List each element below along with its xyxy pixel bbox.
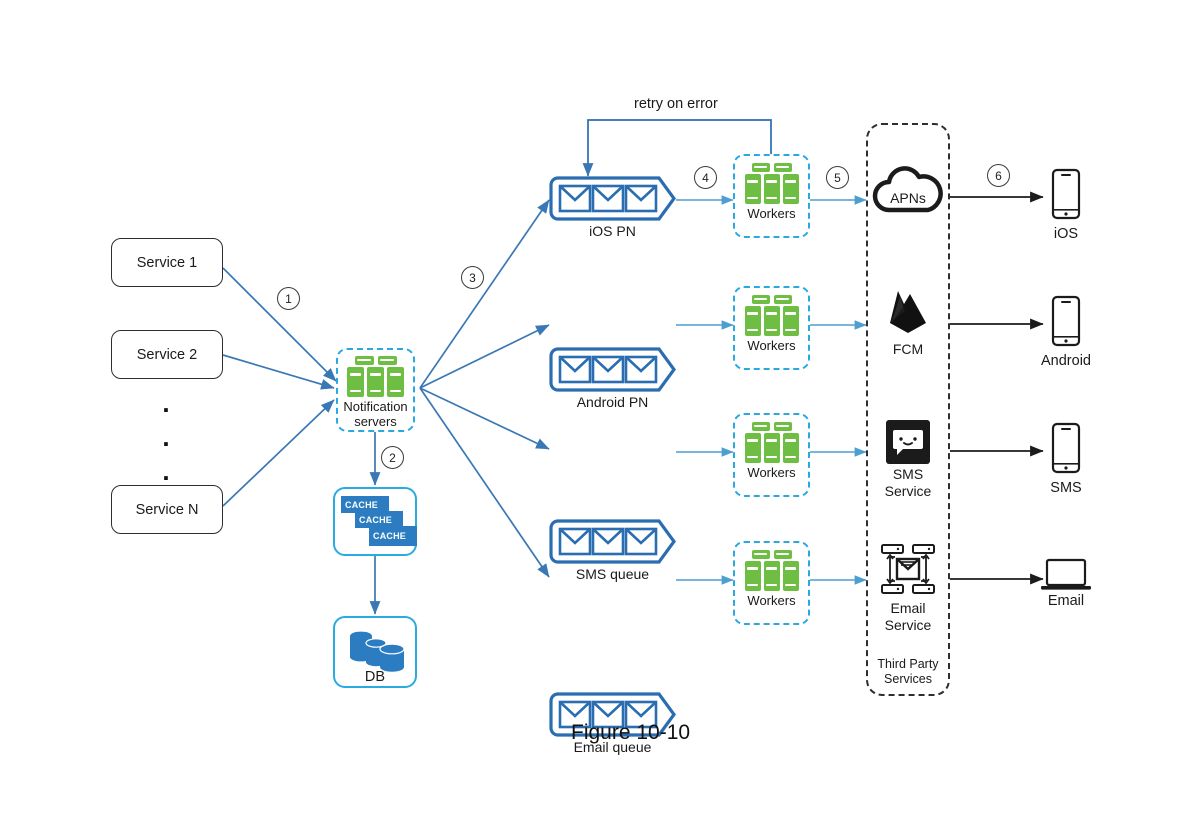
sms-chat-icon: [886, 420, 930, 464]
retry-on-error-label: retry on error: [634, 96, 718, 112]
device-ios[interactable]: [1050, 168, 1082, 220]
queue-shape-icon: [549, 347, 676, 392]
queue-label: SMS queue: [575, 566, 650, 582]
email-server-icon: [881, 544, 935, 594]
device-label-ios: iOS: [1053, 226, 1079, 242]
workers-group-email[interactable]: Workers: [733, 541, 810, 625]
service-box-n[interactable]: Service N: [111, 485, 223, 534]
server-rack-icon: [744, 550, 799, 591]
queue-ios-pn[interactable]: iOS PN: [549, 176, 676, 239]
ellipsis-dot: .: [162, 456, 170, 486]
database-icon: [350, 631, 405, 672]
service-label: Service 1: [136, 254, 198, 271]
sms-service-label: SMS Service: [884, 466, 932, 499]
cache-box[interactable]: CACHE CACHE CACHE: [333, 487, 417, 556]
db-box[interactable]: DB: [333, 616, 417, 688]
fcm-label: FCM: [892, 341, 924, 357]
figure-caption: Figure 10-10: [571, 721, 691, 744]
server-rack-icon: [744, 422, 799, 463]
queue-label: Android PN: [576, 394, 649, 410]
server-rack-icon: [744, 295, 799, 336]
step-badge-5: 5: [826, 166, 849, 189]
email-service-label: Email Service: [884, 600, 932, 633]
fcm-service[interactable]: [884, 285, 932, 337]
device-label-email: Email: [1047, 593, 1085, 609]
step-badge-1: 1: [277, 287, 300, 310]
step-badge-2: 2: [381, 446, 404, 469]
workers-label: Workers: [747, 465, 796, 480]
server-rack-icon: [347, 356, 404, 397]
firebase-flame-icon: [890, 291, 926, 333]
queue-shape-icon: [549, 176, 676, 221]
service-label: Service 2: [136, 346, 198, 363]
third-party-services-label: Third Party Services: [877, 657, 939, 686]
service-label: Service N: [135, 501, 199, 518]
workers-label: Workers: [747, 338, 796, 353]
device-label-sms: SMS: [1050, 480, 1082, 496]
queue-label: iOS PN: [589, 223, 636, 239]
device-email[interactable]: [1040, 558, 1092, 594]
server-rack-icon: [744, 163, 799, 204]
step-badge-3: 3: [461, 266, 484, 289]
notification-servers-label: Notification servers: [343, 399, 408, 429]
workers-label: Workers: [747, 206, 796, 221]
phone-icon: [1051, 422, 1081, 474]
db-label: DB: [364, 669, 386, 685]
workers-label: Workers: [747, 593, 796, 608]
queue-shape-icon: [549, 519, 676, 564]
apns-service[interactable]: APNs: [872, 165, 944, 215]
notification-servers-group[interactable]: Notification servers: [336, 348, 415, 432]
device-sms[interactable]: [1050, 422, 1082, 474]
step-badge-6: 6: [987, 164, 1010, 187]
ellipsis-dot: .: [162, 422, 170, 452]
service-box-2[interactable]: Service 2: [111, 330, 223, 379]
diagram-canvas: Service 1 Service 2 Service N . . . Noti…: [0, 0, 1200, 832]
device-label-android: Android: [1041, 353, 1091, 369]
workers-group-android[interactable]: Workers: [733, 286, 810, 370]
workers-group-sms[interactable]: Workers: [733, 413, 810, 497]
cache-chip: CACHE: [369, 526, 417, 546]
ellipsis-dot: .: [162, 388, 170, 418]
cache-icon: CACHE CACHE CACHE: [335, 489, 417, 554]
apns-label: APNs: [890, 190, 926, 206]
service-box-1[interactable]: Service 1: [111, 238, 223, 287]
step-badge-4: 4: [694, 166, 717, 189]
sms-service[interactable]: [886, 420, 930, 464]
workers-group-ios[interactable]: Workers: [733, 154, 810, 238]
queue-android-pn[interactable]: Android PN: [549, 347, 676, 410]
email-service[interactable]: [880, 543, 936, 595]
queue-sms[interactable]: SMS queue: [549, 519, 676, 582]
phone-icon: [1051, 168, 1081, 220]
cloud-icon: APNs: [872, 166, 943, 213]
laptop-icon: [1041, 558, 1091, 590]
device-android[interactable]: [1050, 295, 1082, 347]
phone-icon: [1051, 295, 1081, 347]
